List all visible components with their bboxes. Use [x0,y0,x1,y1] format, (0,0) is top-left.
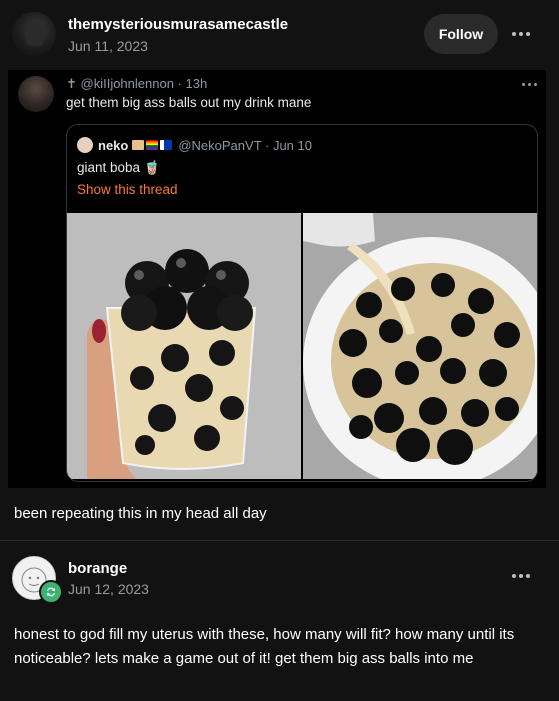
quoted-name: neko [98,137,129,153]
embedded-tweet-image: ✝ @kiIIjohnlennon · 13h get them big ass… [8,70,546,488]
post-date[interactable]: Jun 11, 2023 [68,38,148,54]
author-username[interactable]: themysteriousmurasamecastle [68,16,288,33]
post-header: themysteriousmurasamecastle Jun 11, 2023… [0,0,559,68]
quoted-tweet-header: neko @NekoPanVT · Jun 10 [77,137,312,153]
quoted-tweet: neko @NekoPanVT · Jun 10 giant boba 🧋 Sh… [66,124,538,482]
quoted-avatar [77,137,93,153]
quoted-text: giant boba 🧋 [77,160,161,175]
reblog-icon [39,580,63,604]
more-options-icon[interactable] [506,24,536,44]
quoted-handle-date: @NekoPanVT · Jun 10 [178,137,312,153]
boba-bowl-illustration [303,213,537,479]
reply-text: honest to god fill my uterus with these,… [14,626,515,667]
reply-author-username[interactable]: borange [68,560,127,577]
tweet-more-icon [514,74,544,94]
show-thread-link: Show this thread [77,182,178,197]
post-caption: been repeating this in my head all day [14,505,267,522]
tweet-avatar [18,76,54,112]
tweet-meta: ✝ @kiIIjohnlennon · 13h [66,76,208,91]
flag-emoji-icons [132,140,173,150]
tweet-text: get them big ass balls out my drink mane [66,95,312,110]
follow-button[interactable]: Follow [424,14,498,54]
boba-bowl-photo [303,213,537,479]
author-avatar[interactable] [12,12,56,56]
reply-more-options-icon[interactable] [506,566,536,586]
reply-date[interactable]: Jun 12, 2023 [68,581,149,597]
boba-cup-illustration [67,213,301,479]
boba-cup-photo [67,213,301,479]
divider [0,540,559,541]
